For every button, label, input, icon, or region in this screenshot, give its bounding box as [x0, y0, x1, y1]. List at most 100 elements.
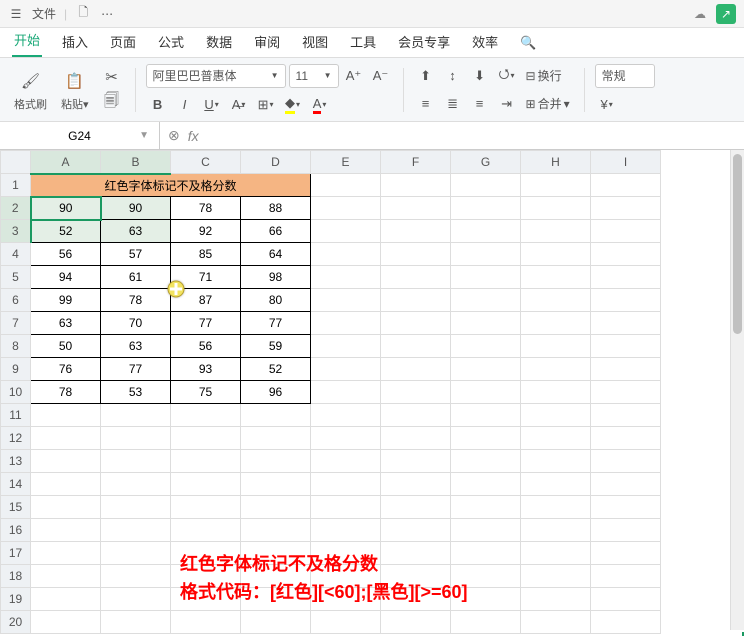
font-name-select[interactable]: 阿里巴巴普惠体▼: [146, 64, 286, 88]
cell[interactable]: [521, 473, 591, 496]
cell-B7[interactable]: 70: [101, 312, 171, 335]
cell[interactable]: [591, 519, 661, 542]
cell[interactable]: [591, 381, 661, 404]
align-bottom-icon[interactable]: ⬇: [468, 65, 492, 87]
cell[interactable]: [101, 450, 171, 473]
row-header-6[interactable]: 6: [1, 289, 31, 312]
cell[interactable]: [451, 358, 521, 381]
cell[interactable]: [241, 404, 311, 427]
cut-icon[interactable]: ✂: [99, 67, 125, 87]
scroll-thumb[interactable]: [733, 154, 742, 334]
cell[interactable]: [381, 243, 451, 266]
cell[interactable]: [591, 312, 661, 335]
cell-B3[interactable]: 63: [101, 220, 171, 243]
cell[interactable]: [311, 404, 381, 427]
cell[interactable]: [521, 450, 591, 473]
cell[interactable]: [31, 611, 101, 634]
cell[interactable]: [451, 335, 521, 358]
more-icon[interactable]: ⋯: [99, 6, 115, 22]
cell[interactable]: [591, 174, 661, 197]
cell-A5[interactable]: 94: [31, 266, 101, 289]
paste-group[interactable]: 📋 粘贴▾: [57, 68, 93, 112]
cell[interactable]: [101, 542, 171, 565]
cell-D10[interactable]: 96: [241, 381, 311, 404]
cell[interactable]: [591, 611, 661, 634]
col-header-B[interactable]: B: [101, 151, 171, 174]
row-header-14[interactable]: 14: [1, 473, 31, 496]
cell-B2[interactable]: 90: [101, 197, 171, 220]
col-header-H[interactable]: H: [521, 151, 591, 174]
vertical-scrollbar[interactable]: [730, 150, 744, 630]
cell[interactable]: [241, 496, 311, 519]
cell[interactable]: [381, 404, 451, 427]
cell-D4[interactable]: 64: [241, 243, 311, 266]
row-header-7[interactable]: 7: [1, 312, 31, 335]
align-top-icon[interactable]: ⬆: [414, 65, 438, 87]
cell[interactable]: [381, 519, 451, 542]
cell[interactable]: [591, 496, 661, 519]
cell-C10[interactable]: 75: [171, 381, 241, 404]
cell[interactable]: [311, 427, 381, 450]
cell[interactable]: [31, 450, 101, 473]
cell-C8[interactable]: 56: [171, 335, 241, 358]
row-header-2[interactable]: 2: [1, 197, 31, 220]
align-middle-icon[interactable]: ↕: [441, 65, 465, 87]
cell[interactable]: [451, 473, 521, 496]
cell[interactable]: [521, 542, 591, 565]
cell[interactable]: [591, 588, 661, 611]
cell-C6[interactable]: 87: [171, 289, 241, 312]
align-left-icon[interactable]: ≡: [414, 93, 438, 115]
align-center-icon[interactable]: ≣: [441, 93, 465, 115]
cell[interactable]: [451, 450, 521, 473]
hamburger-icon[interactable]: ☰: [8, 6, 24, 22]
cancel-icon[interactable]: ⊗: [168, 127, 180, 144]
cell[interactable]: [591, 243, 661, 266]
cell[interactable]: [381, 473, 451, 496]
save-icon[interactable]: 🗋: [75, 6, 91, 22]
row-header-16[interactable]: 16: [1, 519, 31, 542]
cell-B8[interactable]: 63: [101, 335, 171, 358]
cell-B5[interactable]: 61: [101, 266, 171, 289]
cell[interactable]: [591, 450, 661, 473]
cell-A6[interactable]: 99: [31, 289, 101, 312]
cell[interactable]: [451, 381, 521, 404]
col-header-C[interactable]: C: [171, 151, 241, 174]
row-header-15[interactable]: 15: [1, 496, 31, 519]
cell-A2[interactable]: 90: [31, 197, 101, 220]
cell[interactable]: [521, 519, 591, 542]
tab-5[interactable]: 审阅: [252, 26, 282, 57]
tab-7[interactable]: 工具: [348, 26, 378, 57]
cell[interactable]: [591, 266, 661, 289]
cell-C3[interactable]: 92: [171, 220, 241, 243]
tab-0[interactable]: 开始: [12, 24, 42, 57]
cell[interactable]: [311, 450, 381, 473]
cell[interactable]: [31, 588, 101, 611]
cell-D6[interactable]: 80: [241, 289, 311, 312]
cell[interactable]: [521, 565, 591, 588]
row-header-10[interactable]: 10: [1, 381, 31, 404]
cell[interactable]: [101, 427, 171, 450]
cell[interactable]: [451, 289, 521, 312]
col-header-G[interactable]: G: [451, 151, 521, 174]
cell[interactable]: [31, 565, 101, 588]
cell[interactable]: [521, 381, 591, 404]
tab-6[interactable]: 视图: [300, 26, 330, 57]
formula-input[interactable]: [207, 129, 736, 143]
cloud-icon[interactable]: ☁: [692, 6, 708, 22]
row-header-20[interactable]: 20: [1, 611, 31, 634]
cell[interactable]: [101, 565, 171, 588]
cell[interactable]: [521, 266, 591, 289]
col-header-I[interactable]: I: [591, 151, 661, 174]
cell[interactable]: [31, 427, 101, 450]
cell[interactable]: [591, 197, 661, 220]
cell[interactable]: [381, 335, 451, 358]
row-header-1[interactable]: 1: [1, 174, 31, 197]
cell-D2[interactable]: 88: [241, 197, 311, 220]
currency-icon[interactable]: ¥▾: [595, 94, 619, 116]
cell-D9[interactable]: 52: [241, 358, 311, 381]
cell[interactable]: [451, 427, 521, 450]
cell[interactable]: [311, 220, 381, 243]
row-header-19[interactable]: 19: [1, 588, 31, 611]
name-box[interactable]: ▼: [0, 122, 160, 149]
cell[interactable]: [311, 358, 381, 381]
